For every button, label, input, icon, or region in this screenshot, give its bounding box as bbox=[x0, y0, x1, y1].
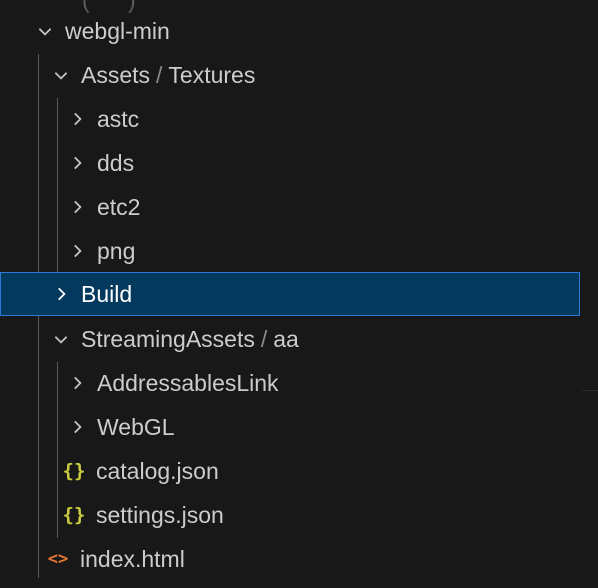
folder-label-part: aa bbox=[273, 325, 299, 352]
chevron-down-icon bbox=[51, 329, 71, 349]
chevron-right-icon bbox=[67, 153, 87, 173]
folder-assets-textures[interactable]: Assets / Textures bbox=[0, 53, 580, 97]
chevron-right-icon bbox=[67, 241, 87, 261]
folder-dds[interactable]: dds bbox=[0, 141, 580, 185]
chevron-down-icon bbox=[35, 21, 55, 41]
folder-label: webgl-min bbox=[65, 17, 170, 44]
folder-label: Build bbox=[81, 280, 133, 307]
path-separator: / bbox=[260, 325, 268, 352]
path-separator: / bbox=[156, 61, 163, 88]
file-settings-json[interactable]: {} settings.json bbox=[0, 493, 580, 537]
folder-label: astc bbox=[97, 105, 140, 132]
chevron-right-icon bbox=[67, 373, 87, 393]
chevron-right-icon bbox=[67, 197, 87, 217]
folder-webgl[interactable]: WebGL bbox=[0, 405, 580, 449]
folder-webgl-min[interactable]: webgl-min bbox=[0, 9, 580, 53]
file-index-html[interactable]: <> index.html bbox=[0, 537, 580, 581]
folder-label-part: Textures bbox=[168, 61, 256, 88]
json-braces-icon: {} bbox=[62, 460, 86, 482]
chevron-right-icon bbox=[51, 284, 71, 304]
folder-png[interactable]: png bbox=[0, 229, 580, 273]
folder-label: WebGL bbox=[97, 413, 175, 440]
folder-label-part: Assets bbox=[81, 61, 151, 88]
file-catalog-json[interactable]: {} catalog.json bbox=[0, 449, 580, 493]
file-label: catalog.json bbox=[96, 457, 219, 484]
json-braces-icon: {} bbox=[62, 504, 86, 526]
folder-astc[interactable]: astc bbox=[0, 97, 580, 141]
folder-label: etc2 bbox=[97, 193, 141, 220]
folder-label: dds bbox=[97, 149, 135, 176]
chevron-down-icon bbox=[51, 65, 71, 85]
folder-addressableslink[interactable]: AddressablesLink bbox=[0, 361, 580, 405]
file-explorer-tree: ( ) webgl-min Assets / Textures astc dds bbox=[0, 0, 598, 588]
folder-label: png bbox=[97, 237, 136, 264]
folder-build[interactable]: Build bbox=[0, 272, 580, 316]
file-label: index.html bbox=[80, 545, 185, 572]
file-label: settings.json bbox=[96, 501, 224, 528]
chevron-right-icon bbox=[67, 417, 87, 437]
html-code-icon: <> bbox=[47, 549, 69, 569]
scrollbar-edge bbox=[582, 390, 598, 391]
folder-label: AddressablesLink bbox=[97, 369, 279, 396]
folder-label-part: StreamingAssets bbox=[81, 325, 255, 352]
chevron-right-icon bbox=[67, 109, 87, 129]
folder-etc2[interactable]: etc2 bbox=[0, 185, 580, 229]
folder-streamingassets-aa[interactable]: StreamingAssets / aa bbox=[0, 317, 580, 361]
